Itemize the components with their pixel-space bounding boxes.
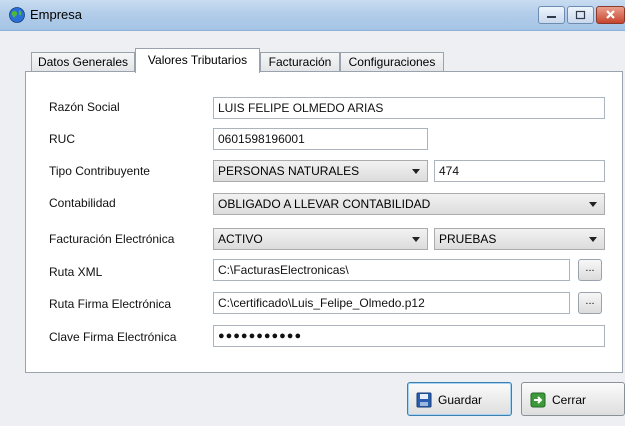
exit-arrow-icon (530, 392, 546, 408)
ruta-firma-field[interactable]: C:\certificado\Luis_Felipe_Olmedo.p12 (213, 292, 570, 314)
contabilidad-label: Contabilidad (49, 196, 116, 210)
minimize-icon (547, 16, 556, 18)
clave-firma-label: Clave Firma Electrónica (49, 330, 177, 344)
ruta-xml-browse-button[interactable]: ... (578, 259, 602, 281)
chevron-down-icon (412, 237, 420, 242)
facturacion-ambiente-value: PRUEBAS (439, 232, 497, 246)
tab-valores-tributarios[interactable]: Valores Tributarios (135, 48, 260, 73)
tab-datos-generales[interactable]: Datos Generales (31, 52, 135, 72)
contabilidad-value: OBLIGADO A LLEVAR CONTABILIDAD (218, 197, 431, 211)
chevron-down-icon (589, 202, 597, 207)
close-icon (606, 10, 615, 19)
facturacion-ambiente-select[interactable]: PRUEBAS (434, 228, 605, 250)
facturacion-electronica-label: Facturación Electrónica (49, 232, 175, 246)
tab-facturacion[interactable]: Facturación (260, 52, 340, 72)
ruc-field[interactable]: 0601598196001 (213, 128, 428, 150)
razon-social-label: Razón Social (49, 100, 120, 114)
tipo-contribuyente-value: PERSONAS NATURALES (218, 164, 360, 178)
contabilidad-select[interactable]: OBLIGADO A LLEVAR CONTABILIDAD (213, 193, 605, 215)
minimize-button[interactable] (538, 6, 565, 24)
tipo-contribuyente-select[interactable]: PERSONAS NATURALES (213, 160, 428, 182)
title-bar[interactable]: Empresa (0, 0, 625, 31)
facturacion-estado-select[interactable]: ACTIVO (213, 228, 428, 250)
ruta-firma-browse-button[interactable]: ... (578, 292, 602, 314)
razon-social-field[interactable]: LUIS FELIPE OLMEDO ARIAS (213, 97, 605, 119)
floppy-disk-icon (416, 392, 432, 408)
close-button-label: Cerrar (552, 393, 587, 407)
save-button-label: Guardar (438, 393, 483, 407)
close-button[interactable]: Cerrar (521, 382, 625, 416)
chevron-down-icon (412, 169, 420, 174)
globe-icon (9, 7, 25, 23)
ruta-xml-label: Ruta XML (49, 265, 103, 279)
close-window-button[interactable] (596, 6, 625, 24)
window-title: Empresa (30, 7, 83, 22)
maximize-icon (575, 10, 586, 20)
chevron-down-icon (589, 237, 597, 242)
ruta-firma-label: Ruta Firma Electrónica (49, 297, 172, 311)
ruc-label: RUC (49, 132, 75, 146)
tipo-contribuyente-code-field[interactable]: 474 (434, 160, 605, 182)
maximize-button[interactable] (567, 6, 594, 24)
facturacion-estado-value: ACTIVO (218, 232, 263, 246)
tipo-contribuyente-label: Tipo Contribuyente (49, 164, 150, 178)
clave-firma-password-field[interactable]: ●●●●●●●●●●● (213, 325, 605, 347)
save-button[interactable]: Guardar (407, 382, 512, 416)
empresa-window: Empresa Datos Generales Valores Tributar… (0, 0, 625, 426)
tab-configuraciones[interactable]: Configuraciones (340, 52, 444, 72)
ruta-xml-field[interactable]: C:\FacturasElectronicas\ (213, 259, 570, 281)
